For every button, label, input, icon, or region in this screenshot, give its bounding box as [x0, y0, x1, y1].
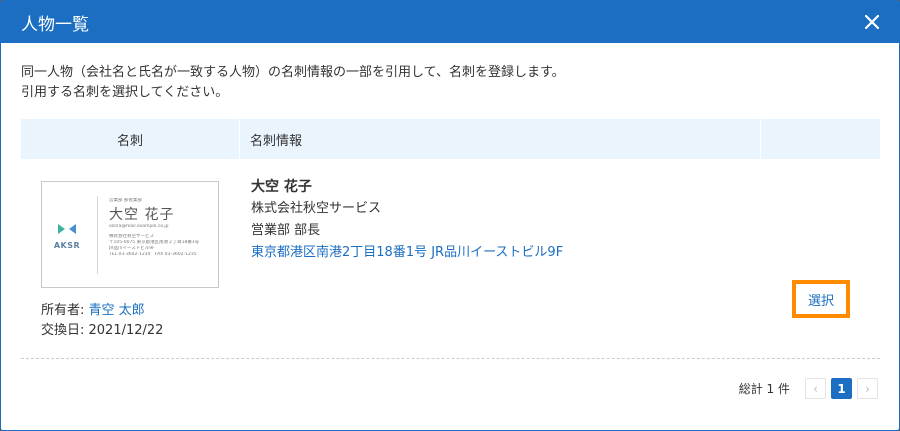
card-divider	[97, 196, 98, 274]
card-text: 営業部 部長業部 大空 花子 ozora@mail.example.co.jp …	[109, 198, 213, 258]
prev-page-button[interactable]: ‹	[805, 378, 826, 399]
card-owner-info: 所有者: 青空 太郎 交換日: 2021/12/22	[41, 301, 163, 341]
card-info: 大空 花子 株式会社秋空サービス 営業部 部長 東京都港区南港2丁目18番1号 …	[251, 176, 563, 264]
owner-label: 所有者:	[41, 303, 89, 318]
card-name: 大空 花子	[109, 207, 175, 223]
logo-mark-icon	[58, 224, 76, 234]
person-list-dialog: 人物一覧 同一人物（会社名と氏名が一致する人物）の名刺情報の一部を引用して、名刺…	[0, 0, 900, 431]
owner-name-link[interactable]: 青空 太郎	[89, 303, 145, 318]
business-card-image: AKSR 営業部 部長業部 大空 花子 ozora@mail.example.c…	[41, 181, 219, 288]
table-row: AKSR 営業部 部長業部 大空 花子 ozora@mail.example.c…	[21, 159, 880, 359]
card-dept: 営業部 部長業部	[109, 198, 142, 203]
column-header-action	[761, 119, 880, 159]
position: 営業部 部長	[251, 223, 321, 238]
company-logo: AKSR	[52, 220, 82, 250]
column-header-info: 名刺情報	[240, 119, 761, 159]
total-count: 総計 1 件	[738, 382, 790, 396]
logo-text: AKSR	[53, 241, 81, 250]
description-line-1: 同一人物（会社名と氏名が一致する人物）の名刺情報の一部を引用して、名刺を登録しま…	[21, 65, 565, 80]
next-page-button[interactable]: ›	[857, 378, 878, 399]
table-header: 名刺 名刺情報	[21, 119, 880, 159]
exchange-label: 交換日:	[41, 323, 89, 338]
pagination: 総計 1 件 ‹ 1 ›	[739, 378, 878, 399]
person-name: 大空 花子	[251, 179, 312, 195]
select-button[interactable]: 選択	[792, 280, 850, 318]
card-phone: TEL 03-3602-1234 FAX 03-3602-1235	[109, 252, 197, 257]
dialog-description: 同一人物（会社名と氏名が一致する人物）の名刺情報の一部を引用して、名刺を登録しま…	[21, 63, 565, 103]
address-link[interactable]: 東京都港区南港2丁目18番1号 JR品川イーストビル9F	[251, 242, 563, 264]
column-header-card: 名刺	[21, 119, 240, 159]
close-icon[interactable]	[865, 15, 879, 29]
dialog-title: 人物一覧	[21, 14, 89, 35]
exchange-date: 2021/12/22	[88, 323, 164, 338]
person-table: 名刺 名刺情報 AKSR 営業部 部長業部 大空 花子 ozora@mail.e…	[21, 119, 880, 359]
description-line-2: 引用する名刺を選択してください。	[21, 85, 229, 100]
dialog-titlebar: 人物一覧	[1, 1, 899, 43]
page-1-button[interactable]: 1	[831, 378, 852, 399]
company-name: 株式会社秋空サービス	[251, 201, 382, 216]
